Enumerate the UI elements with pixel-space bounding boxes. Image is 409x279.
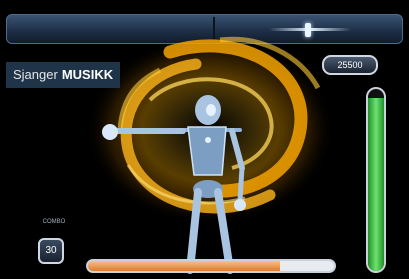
- genre-label: Sjanger MUSIKK: [6, 62, 121, 88]
- genre-value: MUSIKK: [61, 67, 114, 82]
- dance-scene: [85, 35, 335, 274]
- combo-caption: COMBO: [42, 219, 66, 225]
- energy-meter: [366, 87, 386, 273]
- song-progress-fill: [88, 261, 280, 271]
- score-display: 25500: [322, 55, 378, 75]
- energy-meter-fill: [368, 98, 384, 271]
- genre-prefix: Sjanger: [13, 67, 58, 82]
- combo-counter: 30: [38, 238, 64, 264]
- song-progress-bar: [86, 259, 336, 273]
